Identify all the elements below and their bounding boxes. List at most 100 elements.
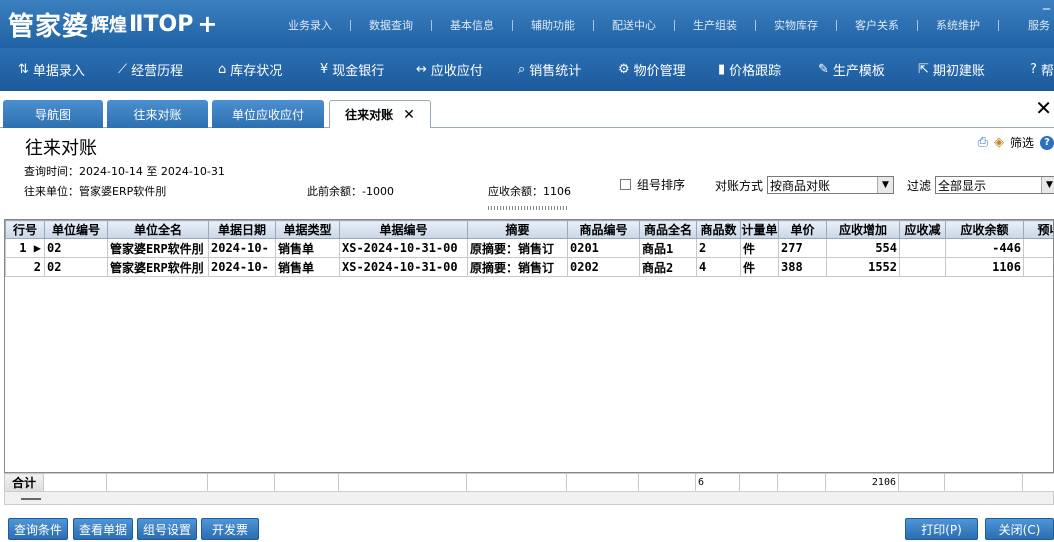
filter-icon[interactable]: ◈ [994,135,1004,150]
toolbar-opening-accounts[interactable]: ⇱ 期初建账 [914,60,989,79]
close-all-icon[interactable]: ✕ [1035,96,1052,120]
bottom-action-bar: 查询条件 查看单据 组号设置 开发票 打印(P) 关闭(C) [0,510,1054,542]
totals-cell [944,473,1023,492]
col-header-unit-code[interactable]: 单位编号 [44,220,108,239]
table-row[interactable]: 2 02 管家婆ERP软件刖 2024-10- 销售单 XS-2024-10-3… [5,257,1053,277]
top-menu-business-entry[interactable]: 业务录入 [270,17,350,33]
group-sort-checkbox[interactable] [620,179,631,190]
group-sort-option[interactable]: 组号排序 [620,176,685,193]
filter-label[interactable]: 筛选 [1010,134,1034,151]
toolbar-label: 生产模板 [832,64,885,79]
group-settings-button[interactable]: 组号设置 [137,518,197,540]
app-logo: 管家婆 辉煌 ⅡTOP + [8,6,260,42]
chart-icon: ⟋ [118,62,128,77]
row-pointer-icon: ▶ [33,241,41,255]
horizontal-scrollbar[interactable] [4,491,1054,505]
totals-table: 合计 6 2106 [4,473,1054,492]
col-header-uom[interactable]: 计量单 [740,220,779,239]
tab-reconciliation[interactable]: 往来对账 [107,100,208,128]
col-header-rec-decrease[interactable]: 应收减 [899,220,946,239]
tab-unit-receivable-payable[interactable]: 单位应收应付 [212,100,324,128]
toolbar-help[interactable]: ? 帮 [1026,60,1054,79]
top-menu-aux-functions[interactable]: 辅助功能 [513,17,593,33]
toolbar-price-tracking[interactable]: ▮ 价格跟踪 [714,60,785,79]
close-button[interactable]: 关闭(C) [985,518,1054,540]
table-row[interactable]: 1 ▶ 02 管家婆ERP软件刖 2024-10- 销售单 XS-2024-10… [5,238,1053,258]
toolbar-document-entry[interactable]: ⇅ 单据录入 [14,60,89,79]
toolbar-label: 销售统计 [529,64,582,79]
cell-rec-balance: 1106 [945,257,1024,277]
col-header-rec-balance[interactable]: 应收余额 [945,220,1024,239]
tab-reconciliation-active[interactable]: 往来对账 ✕ [329,100,431,128]
chevron-down-icon[interactable]: ▼ [877,177,894,193]
toolbar-business-history[interactable]: ⟋ 经营历程 [114,60,187,79]
help-icon[interactable]: ? [1040,135,1054,150]
filter-by-label: 过滤 [907,178,932,193]
toolbar-label: 单据录入 [32,64,85,79]
col-header-row-no[interactable]: 行号 [5,220,45,239]
cell-doc-date: 2024-10- [208,257,276,277]
col-header-doc-type[interactable]: 单据类型 [275,220,340,239]
toolbar-label: 期初建账 [932,64,985,79]
reconcile-method-label: 对账方式 [715,178,764,193]
print-button[interactable]: 打印(P) [905,518,978,540]
top-menu-physical-stock[interactable]: 实物库存 [756,17,836,33]
filter-by-select[interactable]: 全部显示 ▼ [935,176,1054,194]
chevron-down-icon[interactable]: ▼ [1041,177,1054,193]
cell-summary: 原摘要：销售订 [467,238,568,258]
col-header-doc-date[interactable]: 单据日期 [208,220,276,239]
cell-goods-name: 商品1 [639,238,697,258]
toolbar-production-template[interactable]: ✎ 生产模板 [814,60,889,79]
totals-row: 合计 6 2106 [4,473,1054,492]
top-menu-crm[interactable]: 客户关系 [837,17,917,33]
col-header-doc-no[interactable]: 单据编号 [339,220,468,239]
group-sort-label: 组号排序 [637,178,686,192]
reconcile-method-select[interactable]: 按商品对账 ▼ [767,176,895,194]
external-link-icon: ⇱ [918,62,929,77]
tab-close-icon[interactable]: ✕ [403,107,415,123]
col-header-unit-name[interactable]: 单位全名 [107,220,209,239]
toolbar-cash-bank[interactable]: ¥ 现金银行 [316,60,388,79]
minimize-icon[interactable]: _ [1043,0,1050,10]
col-header-rec-increase[interactable]: 应收增加 [826,220,900,239]
col-header-goods-code[interactable]: 商品编号 [567,220,640,239]
invoice-button[interactable]: 开发票 [201,518,259,540]
toolbar-sales-stats[interactable]: ⌕ 销售统计 [514,60,585,79]
col-header-qty[interactable]: 商品数 [696,220,741,239]
top-menu-production[interactable]: 生产组装 [675,17,755,33]
col-header-summary[interactable]: 摘要 [467,220,568,239]
export-icon[interactable]: ⎙ [978,135,988,150]
top-menu-basic-info[interactable]: 基本信息 [432,17,512,33]
totals-cell [777,473,826,492]
search-icon: ⌕ [518,62,526,77]
help-icon: ? [1030,62,1037,77]
top-menu-distribution[interactable]: 配送中心 [594,17,674,33]
cell-rec-increase: 554 [826,238,900,258]
top-menu-system[interactable]: 系统维护 [918,17,998,33]
logo-brand: 管家婆 [8,11,90,42]
totals-label: 合计 [4,473,44,492]
exchange-icon: ↔ [416,62,427,77]
query-conditions-button[interactable]: 查询条件 [8,518,68,540]
col-header-price[interactable]: 单价 [778,220,827,239]
toolbar-inventory-status[interactable]: ⌂ 库存状况 [214,60,286,79]
cell-qty: 4 [696,257,741,277]
tab-navigation-map[interactable]: 导航图 [3,100,103,128]
data-table: 行号 单位编号 单位全名 单据日期 单据类型 单据编号 摘要 商品编号 商品全名… [5,220,1053,277]
panel-splitter[interactable] [488,206,568,210]
toolbar-label: 现金银行 [332,64,385,79]
logo-plus: + [197,10,218,38]
toolbar-receivable-payable[interactable]: ↔ 应收应付 [412,60,487,79]
view-document-button[interactable]: 查看单据 [73,518,133,540]
bar-chart-icon: ▮ [718,62,726,77]
totals-cell [274,473,339,492]
toolbar-price-management[interactable]: ⚙ 物价管理 [614,60,690,79]
top-menu-service[interactable]: 服务 [999,17,1054,33]
top-menu-data-query[interactable]: 数据查询 [351,17,431,33]
toolbar-label: 物价管理 [633,64,686,79]
scrollbar-thumb[interactable] [21,498,41,500]
col-header-prepaid[interactable]: 预收 [1023,220,1053,239]
totals-cell [898,473,945,492]
col-header-goods-name[interactable]: 商品全名 [639,220,697,239]
cell-uom: 件 [740,257,779,277]
